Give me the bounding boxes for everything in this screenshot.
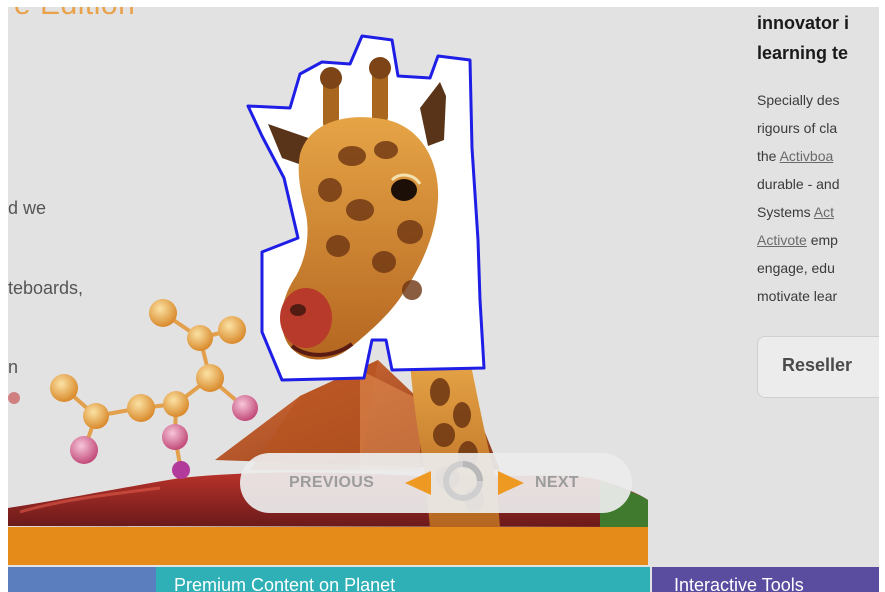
sidebar-paragraph-line: engage, edu — [757, 260, 835, 276]
orange-band — [8, 527, 648, 565]
sidebar-text: Systems — [757, 204, 814, 220]
reseller-label: Reseller — [782, 355, 853, 375]
page-edge — [879, 0, 885, 592]
sidebar-text: the — [757, 148, 780, 164]
page-edge — [0, 0, 885, 7]
arrow-left-icon[interactable] — [405, 471, 431, 495]
activ-systems-link[interactable]: Act — [814, 204, 834, 220]
sidebar-heading-line: learning te — [757, 43, 849, 63]
sidebar-paragraph-line: Activote emp — [757, 232, 838, 248]
sidebar-paragraph-line: the Activboa — [757, 148, 833, 164]
tab-blue[interactable] — [8, 567, 156, 592]
next-button[interactable]: NEXT — [535, 474, 579, 492]
sidebar: innovator i learning te Specially des ri… — [757, 0, 885, 592]
screenshot-stage: e Edition d we teboards, n PREVIOUS NEXT… — [0, 0, 885, 592]
sidebar-paragraph-line: Systems Act — [757, 204, 834, 220]
page-edge — [0, 0, 8, 592]
activboard-link[interactable]: Activboa — [780, 148, 834, 164]
sidebar-text: emp — [806, 232, 838, 248]
activote-link[interactable]: Activote — [757, 232, 807, 248]
tab-premium-content[interactable]: Premium Content on Planet — [156, 567, 650, 592]
sidebar-paragraph-line: motivate lear — [757, 288, 838, 304]
sidebar-paragraph-line: rigours of cla — [757, 120, 838, 136]
sidebar-heading-line: innovator i — [757, 13, 850, 33]
arrow-right-icon[interactable] — [498, 471, 524, 495]
reseller-button[interactable]: Reseller — [757, 336, 885, 398]
loading-spinner-icon — [443, 461, 483, 501]
sidebar-paragraph-line: durable - and — [757, 176, 840, 192]
sidebar-paragraph-line: Specially des — [757, 92, 840, 108]
previous-button[interactable]: PREVIOUS — [289, 474, 374, 492]
